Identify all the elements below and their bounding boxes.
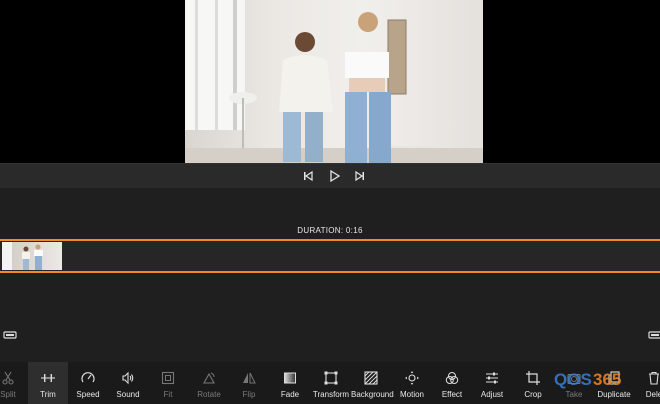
- duration-label: DURATION: 0:16: [297, 226, 363, 235]
- adjust-button[interactable]: Adjust: [472, 362, 512, 404]
- left-scroll-handle-icon[interactable]: [3, 328, 17, 342]
- play-icon[interactable]: [326, 168, 342, 184]
- clip-thumbnail[interactable]: [2, 242, 62, 270]
- effect-button[interactable]: Effect: [432, 362, 472, 404]
- transform-icon: [324, 371, 338, 385]
- watermark-logo: QOS 365: [554, 370, 621, 389]
- motion-button[interactable]: Motion: [392, 362, 432, 404]
- speaker-icon: [122, 371, 134, 385]
- sound-button[interactable]: Sound: [108, 362, 148, 404]
- speed-button[interactable]: Speed: [68, 362, 108, 404]
- right-scroll-handle-icon[interactable]: [648, 328, 660, 342]
- trim-button[interactable]: Trim: [28, 362, 68, 404]
- video-preview-area: [0, 0, 660, 163]
- video-frame[interactable]: [185, 0, 483, 163]
- delete-button[interactable]: Dele: [634, 362, 660, 404]
- crop-icon: [526, 371, 540, 385]
- sliders-icon: [486, 372, 498, 384]
- background-button[interactable]: Background: [351, 362, 394, 404]
- rotate-icon: [203, 372, 215, 384]
- effect-icon: [445, 372, 459, 384]
- fit-icon: [161, 371, 175, 385]
- timeline-area: DURATION: 0:16: [0, 188, 660, 362]
- trash-icon: [649, 371, 659, 385]
- skip-forward-icon[interactable]: [352, 168, 368, 184]
- clip-track[interactable]: [0, 239, 660, 273]
- fade-button[interactable]: Fade: [270, 362, 310, 404]
- skip-back-icon[interactable]: [300, 168, 316, 184]
- speedometer-icon: [81, 372, 95, 383]
- fit-button[interactable]: Fit: [148, 362, 188, 404]
- fade-icon: [284, 372, 296, 384]
- trim-icon: [41, 374, 55, 382]
- flip-icon: [243, 372, 256, 384]
- background-icon: [364, 371, 378, 385]
- flip-button[interactable]: Flip: [229, 362, 269, 404]
- video-still-image: [185, 0, 483, 163]
- svg-text:QOS: QOS: [554, 370, 592, 389]
- motion-icon: [405, 371, 419, 385]
- scissors-icon: [2, 371, 14, 385]
- svg-text:365: 365: [593, 370, 621, 389]
- transform-button[interactable]: Transform: [311, 362, 351, 404]
- rotate-button[interactable]: Rotate: [189, 362, 229, 404]
- clip-thumbnail-image: [2, 242, 43, 270]
- playback-controls: [0, 163, 660, 189]
- split-button[interactable]: Split: [0, 362, 28, 404]
- crop-button[interactable]: Crop: [513, 362, 553, 404]
